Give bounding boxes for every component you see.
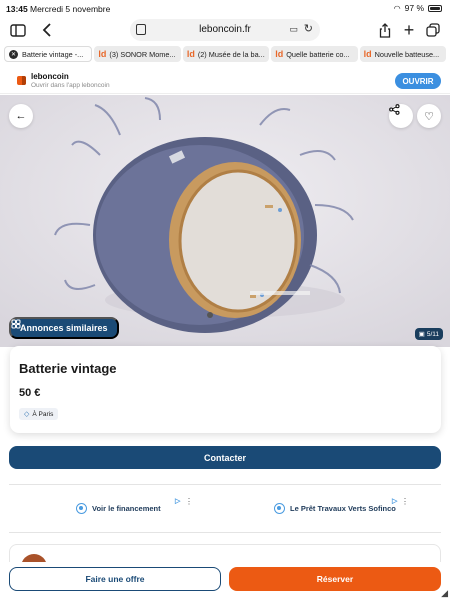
similar-ads-button[interactable]: Annonces similaires (9, 317, 119, 339)
favicon-icon: ld (98, 49, 107, 59)
battery-percent: 97 % (404, 3, 424, 13)
tab-batterie-vintage[interactable]: ✕ Batterie vintage -... (4, 46, 93, 62)
ad-more-icon[interactable]: ⋮ (401, 497, 409, 506)
browser-toolbar: leboncoin.fr ▭ ↻ + (0, 18, 450, 42)
listing-info-card: Batterie vintage 50 € ◇ À Paris (10, 346, 441, 433)
similar-ads-label: Annonces similaires (20, 323, 108, 333)
tab-label: Nouvelle batteuse... (374, 49, 440, 59)
bottom-action-bar: Faire une offre Réserver ◢ (0, 562, 450, 600)
battery-icon (428, 4, 442, 12)
tab-musee[interactable]: ld (2) Musée de la ba... (182, 46, 270, 62)
listing-photo[interactable]: ← ♡ Annonces similaires ▣ 5/11 (0, 95, 450, 347)
address-bar[interactable]: leboncoin.fr ▭ ↻ (130, 19, 320, 41)
ad-choices-icon[interactable]: ▷ (175, 497, 180, 505)
tab-sonor[interactable]: ld (3) SONOR Mome... (94, 46, 181, 62)
divider (9, 484, 441, 485)
heart-icon: ♡ (424, 110, 434, 123)
tabs-overview-icon[interactable] (424, 21, 442, 39)
favorite-button[interactable]: ♡ (417, 104, 441, 128)
tab-label: Batterie vintage -... (22, 49, 84, 59)
listing-price: 50 € (19, 387, 41, 399)
location-text: À Paris (32, 410, 54, 418)
tab-label: (2) Musée de la ba... (197, 49, 265, 59)
location-badge[interactable]: ◇ À Paris (19, 408, 59, 420)
tab-label: Quelle batterie co... (286, 49, 350, 59)
contact-button[interactable]: Contacter (9, 446, 441, 469)
favicon-icon: ld (186, 49, 195, 59)
ad-financing[interactable]: Voir le financement (76, 500, 161, 516)
ad-choices-icon[interactable]: ▷ (392, 497, 397, 505)
status-right: ◠ 97 % (394, 3, 442, 13)
app-banner: leboncoin Ouvrir dans l'app leboncoin OU… (0, 68, 450, 94)
sofinco-logo-icon (76, 502, 87, 514)
back-icon[interactable] (38, 21, 56, 39)
listing-title: Batterie vintage (19, 361, 117, 376)
drum-photo-image (0, 95, 450, 347)
wifi-icon: ◠ (393, 3, 401, 13)
share-button[interactable] (389, 104, 413, 128)
new-tab-icon[interactable]: + (400, 20, 418, 40)
photo-counter: ▣ 5/11 (414, 328, 443, 340)
back-button[interactable]: ← (9, 104, 33, 128)
share-nodes-icon (389, 104, 400, 115)
tab-label: (3) SONOR Mome... (109, 49, 176, 59)
gallery-icon: ▣ (418, 331, 425, 338)
reload-icon[interactable]: ↻ (304, 22, 313, 35)
leboncoin-logo-icon (17, 76, 26, 85)
location-pin-icon: ◇ (24, 411, 30, 418)
open-app-button[interactable]: OUVRIR (395, 73, 441, 89)
status-time: 13:45 (6, 4, 28, 14)
arrow-left-icon: ← (15, 110, 27, 122)
share-icon[interactable] (376, 21, 394, 39)
status-bar: 13:45 Mercredi 5 novembre ◠ 97 % (0, 0, 450, 18)
reserve-button[interactable]: Réserver (229, 567, 441, 591)
ad-green-loan-label: Le Prêt Travaux Verts Sofinco (290, 503, 396, 513)
sidebar-toggle-icon[interactable] (9, 21, 27, 39)
tab-bar: ✕ Batterie vintage -... ld (3) SONOR Mom… (0, 46, 450, 62)
make-offer-button[interactable]: Faire une offre (9, 567, 221, 591)
app-name: leboncoin (31, 72, 69, 81)
resize-handle-icon[interactable]: ◢ (441, 588, 448, 599)
close-tab-icon[interactable]: ✕ (9, 49, 18, 59)
app-subtitle: Ouvrir dans l'app leboncoin (31, 82, 110, 89)
ad-more-icon[interactable]: ⋮ (185, 497, 193, 506)
similar-icon (11, 319, 21, 329)
status-date: Mercredi 5 novembre (30, 4, 111, 14)
divider (9, 532, 441, 533)
reader-icon[interactable]: ▭ (289, 24, 298, 35)
photo-counter-text: 5/11 (426, 330, 439, 338)
favicon-icon: ld (275, 49, 284, 59)
ad-financing-label: Voir le financement (92, 503, 161, 513)
sofinco-logo-icon (274, 502, 285, 514)
tab-nouvelle-batteuse[interactable]: ld Nouvelle batteuse... (359, 46, 447, 62)
ad-green-loan[interactable]: Le Prêt Travaux Verts Sofinco (274, 500, 396, 516)
tab-quelle-batterie[interactable]: ld Quelle batterie co... (271, 46, 358, 62)
favicon-icon: ld (363, 49, 372, 59)
